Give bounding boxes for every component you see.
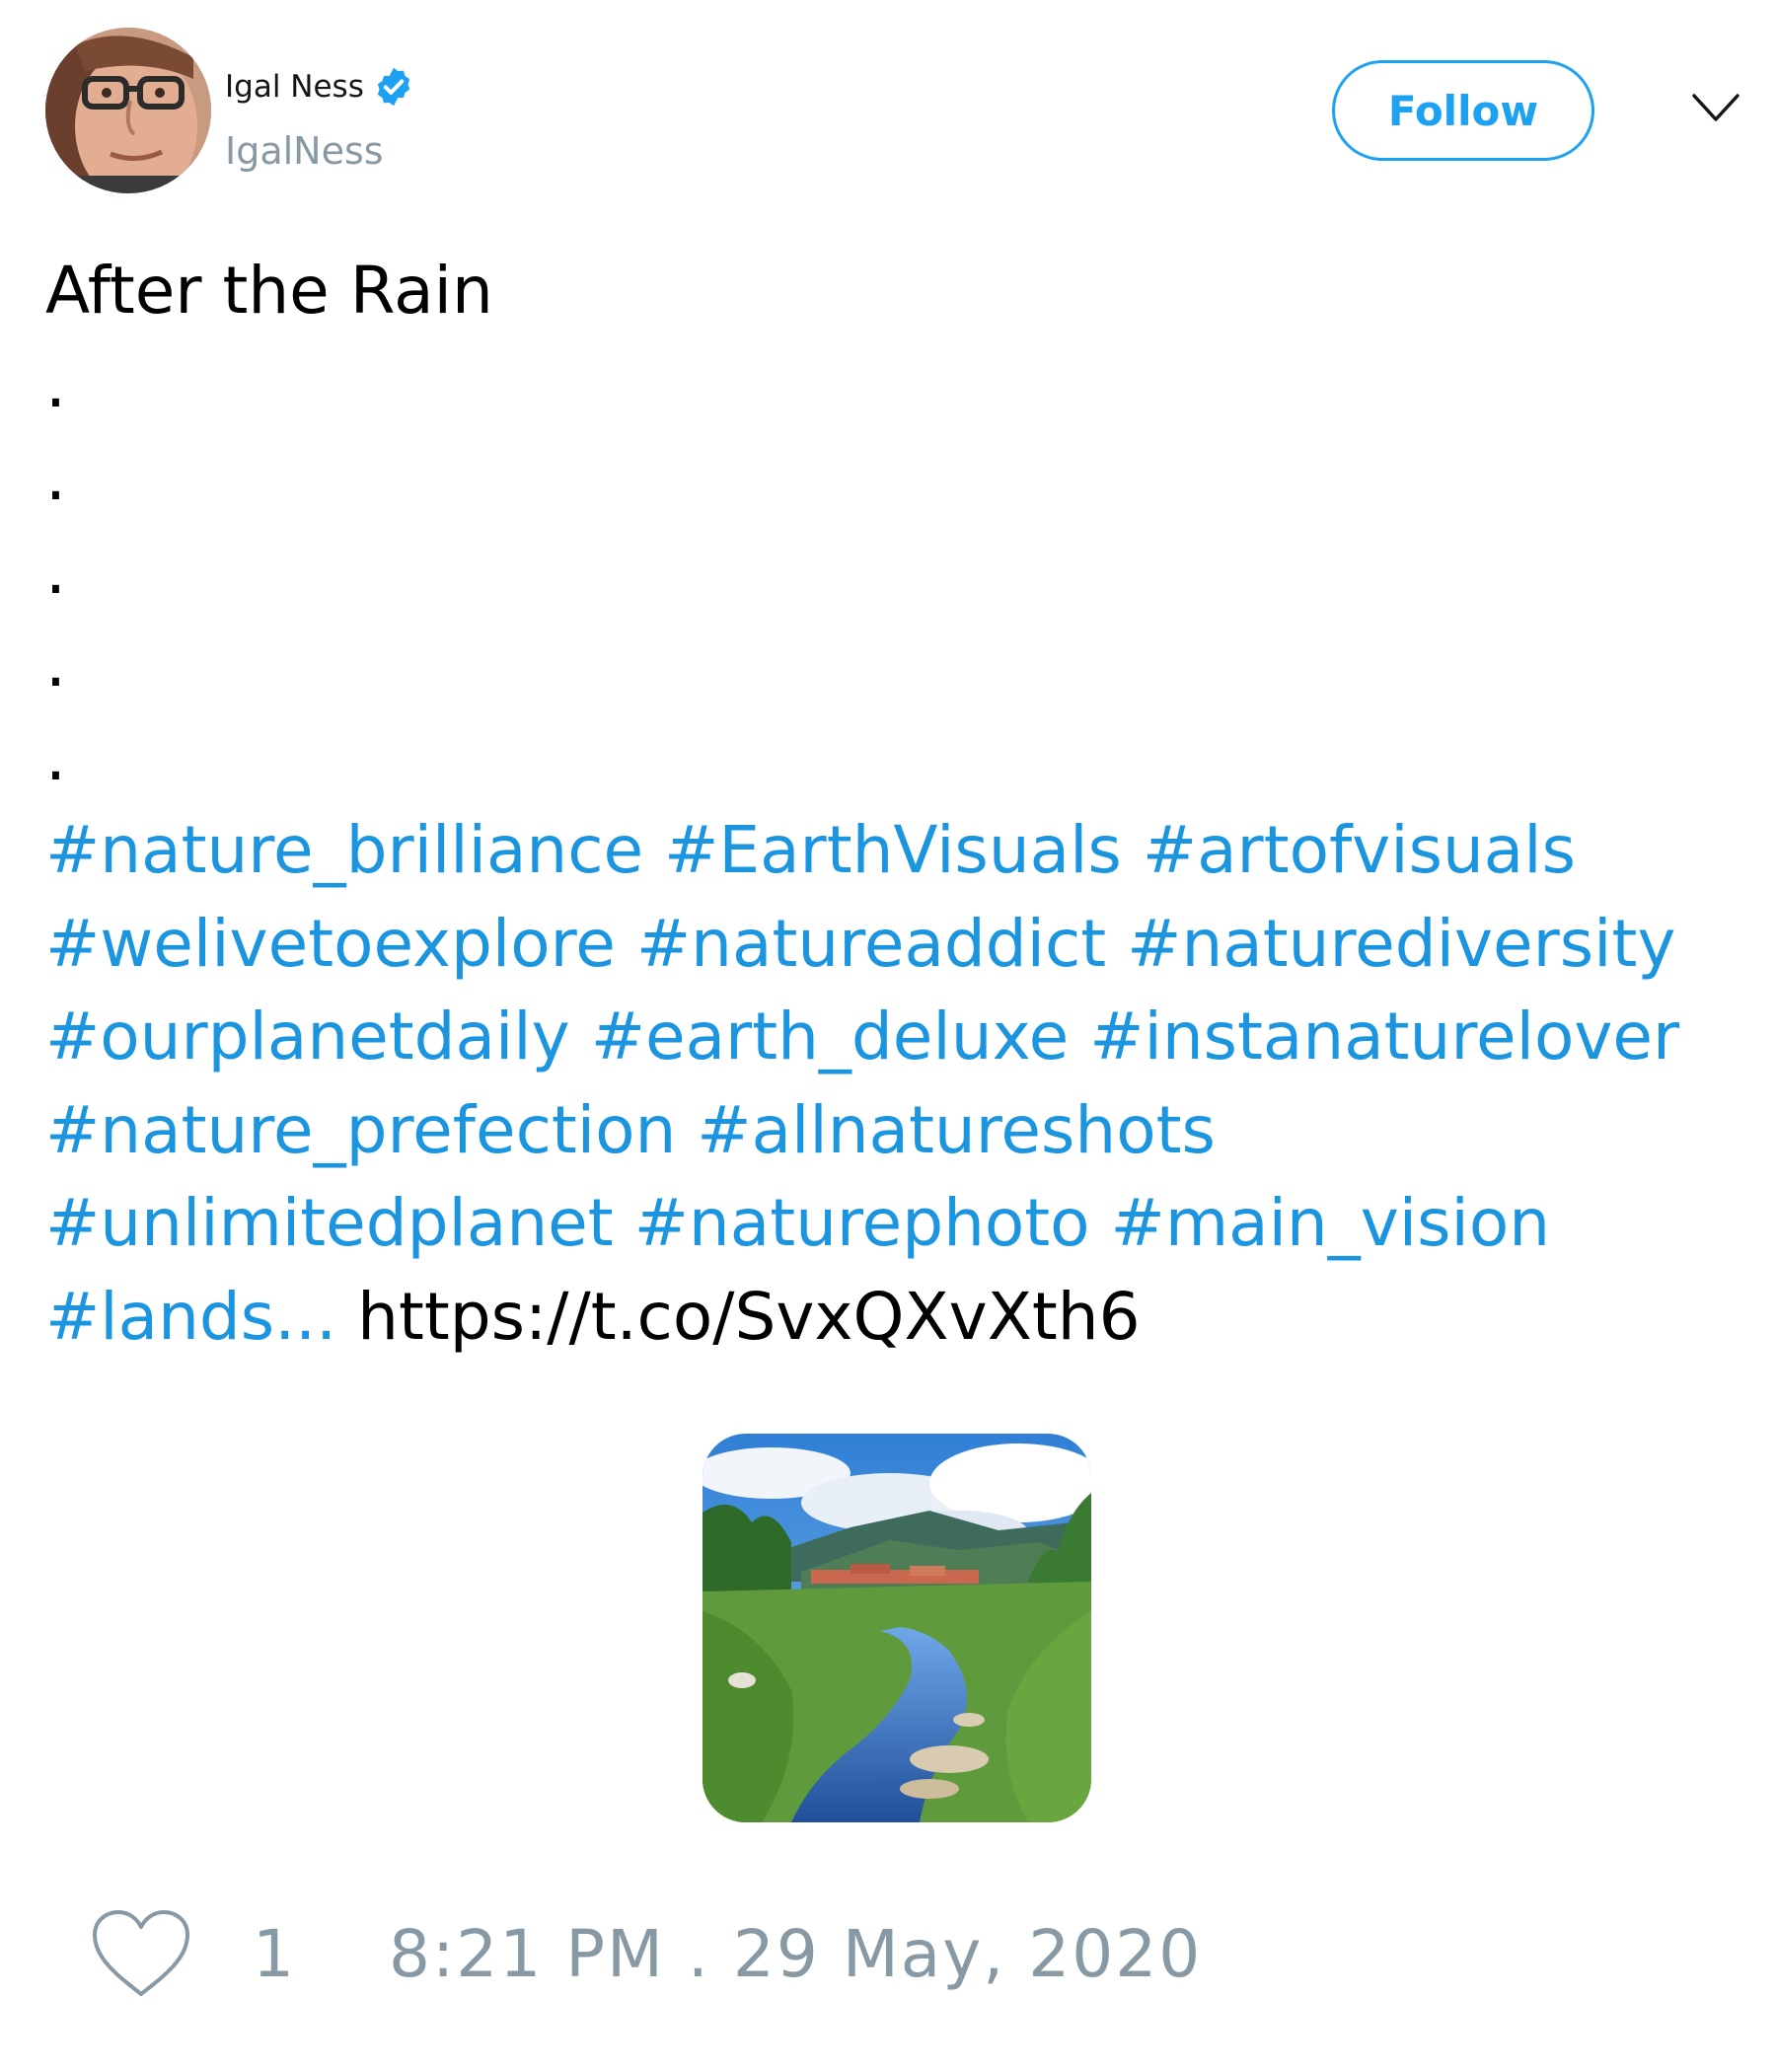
hashtag-line: #nature_prefection #allnatureshots	[45, 1084, 1762, 1178]
hashtag-link[interactable]: #earth_deluxe	[591, 999, 1070, 1074]
follow-button[interactable]: Follow	[1332, 60, 1594, 161]
user-avatar-icon	[45, 28, 211, 193]
hashtag-link[interactable]: #welivetoexplore	[45, 906, 616, 982]
verified-badge-icon	[372, 65, 415, 109]
user-handle[interactable]: IgalNess	[225, 128, 384, 174]
tweet-dot: .	[45, 626, 66, 702]
tweet-title: After the Rain	[45, 253, 493, 329]
hashtag-link[interactable]: #natureaddict	[636, 906, 1106, 982]
hashtag-line: #unlimitedplanet #naturephoto #main_visi…	[45, 1177, 1762, 1271]
hashtag-link[interactable]: #naturephoto	[634, 1185, 1090, 1261]
hashtag-link[interactable]: #allnatureshots	[697, 1092, 1216, 1168]
hashtag-link[interactable]: #naturediversity	[1127, 906, 1675, 982]
hashtag-link[interactable]: #EarthVisuals	[664, 812, 1122, 888]
hashtag-line: #welivetoexplore #natureaddict #naturedi…	[45, 898, 1762, 992]
hashtag-link[interactable]: #main_vision	[1111, 1185, 1551, 1261]
tweet-dot: .	[45, 345, 66, 422]
display-name-text: Igal Ness	[225, 69, 364, 105]
landscape-photo[interactable]	[703, 1434, 1091, 1822]
avatar[interactable]	[45, 28, 211, 193]
hashtag-link[interactable]: #lands...	[45, 1279, 336, 1355]
tweet-dot: .	[45, 532, 66, 609]
tweet-dot: .	[45, 439, 66, 515]
hashtag-line: #lands... https://t.co/SvxQXvXth6	[45, 1271, 1762, 1365]
chevron-down-icon[interactable]	[1691, 91, 1740, 126]
display-name[interactable]: Igal Ness	[225, 65, 415, 109]
hashtag-link[interactable]: #ourplanetdaily	[45, 999, 570, 1074]
like-count[interactable]: 1	[253, 1916, 294, 1992]
landscape-photo-icon	[703, 1434, 1091, 1822]
tweet-timestamp[interactable]: 8:21 PM . 29 May, 2020	[389, 1916, 1202, 1992]
tweet-text: After the Rain . . . . . #nature_brillia…	[45, 245, 1762, 1364]
tweet-url-link[interactable]: https://t.co/SvxQXvXth6	[357, 1279, 1140, 1355]
hashtag-link[interactable]: #nature_prefection	[45, 1092, 676, 1168]
hashtag-line: #ourplanetdaily #earth_deluxe #instanatu…	[45, 991, 1762, 1084]
hashtag-link[interactable]: #instanaturelover	[1089, 999, 1679, 1074]
heart-icon[interactable]	[89, 1907, 193, 2000]
tweet-dot: .	[45, 718, 66, 795]
tweet-footer: 1 8:21 PM . 29 May, 2020	[89, 1904, 1202, 2003]
hashtag-link[interactable]: #unlimitedplanet	[45, 1185, 614, 1261]
hashtag-line: #nature_brilliance #EarthVisuals #artofv…	[45, 804, 1762, 898]
hashtag-link[interactable]: #nature_brilliance	[45, 812, 643, 888]
hashtag-link[interactable]: #artofvisuals	[1143, 812, 1576, 888]
